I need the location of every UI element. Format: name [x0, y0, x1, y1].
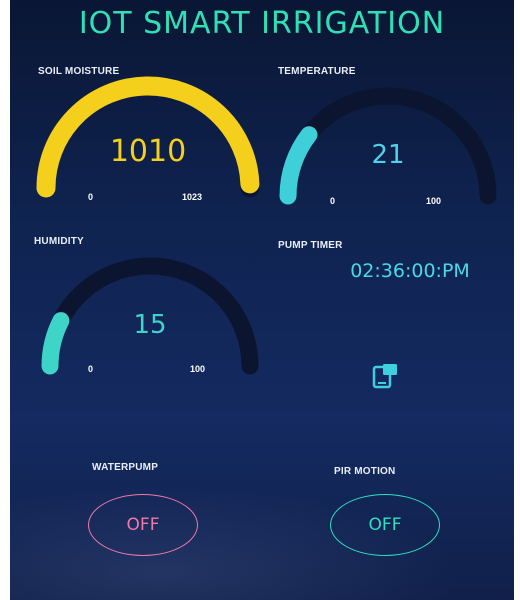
humidity-min: 0: [88, 364, 94, 374]
app-title: IOT SMART IRRIGATION: [78, 6, 446, 41]
waterpump-toggle-button[interactable]: OFF: [88, 494, 198, 556]
dashboard-screen: IOT SMART IRRIGATION SOIL MOISTURE 1010 …: [10, 0, 514, 600]
soil-moisture-value: 1010: [109, 134, 187, 169]
humidity-value: 15: [133, 310, 167, 340]
humidity-max: 100: [190, 364, 206, 374]
pir-motion-toggle-button[interactable]: OFF: [330, 494, 440, 556]
pump-timer-value: 02:36:00:PM: [350, 260, 470, 282]
pir-motion-label: PIR MOTION: [334, 466, 396, 477]
waterpump-label: WATERPUMP: [92, 462, 159, 473]
soil-moisture-max: 1023: [182, 192, 203, 202]
device-icon[interactable]: [372, 362, 400, 390]
soil-moisture-min: 0: [88, 192, 94, 202]
temperature-value: 21: [371, 140, 405, 170]
gauge-fill: [41, 312, 70, 375]
temperature-label: TEMPERATURE: [278, 66, 356, 77]
gauge-fill: [279, 126, 318, 205]
screen-glare: [10, 470, 514, 600]
pump-timer-label: PUMP TIMER: [278, 240, 343, 251]
temperature-min: 0: [330, 196, 336, 206]
humidity-label: HUMIDITY: [34, 236, 84, 247]
temperature-max: 100: [426, 196, 442, 206]
